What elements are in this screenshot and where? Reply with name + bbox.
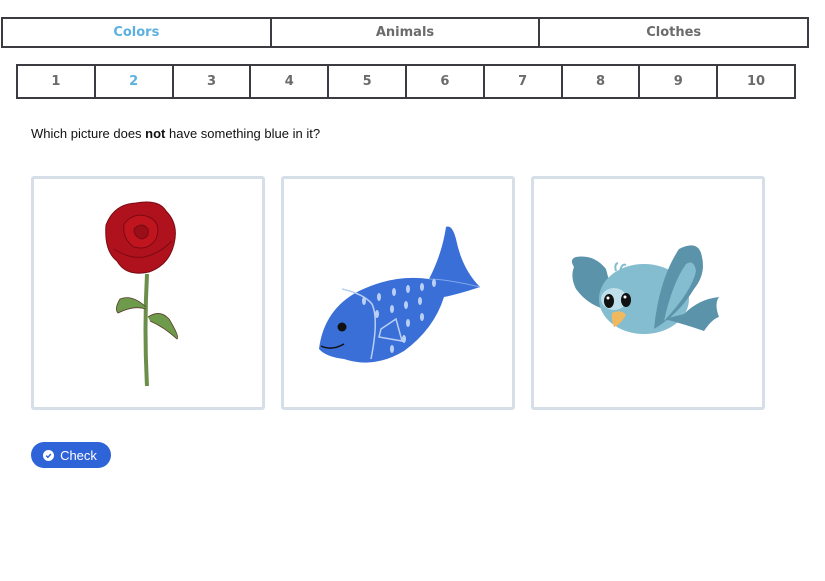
question-number-1[interactable]: 1 xyxy=(18,66,94,97)
choice-card-fish[interactable] xyxy=(281,176,515,410)
fish-image xyxy=(319,226,481,363)
category-tabs: Colors Animals Clothes xyxy=(1,17,809,48)
question-number-5[interactable]: 5 xyxy=(327,66,405,97)
question-number-2[interactable]: 2 xyxy=(93,66,172,97)
question-number-6[interactable]: 6 xyxy=(404,66,483,97)
bird-image xyxy=(571,245,719,334)
question-prefix: Which picture does xyxy=(31,126,146,141)
question-number-nav: 1 2 3 4 5 6 7 8 9 10 xyxy=(16,64,796,99)
question-text: Which picture does not have something bl… xyxy=(31,126,320,141)
check-button-label: Check xyxy=(60,447,97,463)
check-button[interactable]: Check xyxy=(31,442,111,468)
tab-colors[interactable]: Colors xyxy=(3,19,270,46)
question-number-4[interactable]: 4 xyxy=(249,66,327,97)
question-number-7[interactable]: 7 xyxy=(482,66,561,97)
check-circle-icon xyxy=(43,449,55,461)
choice-card-bird[interactable] xyxy=(531,176,765,410)
question-suffix: have something blue in it? xyxy=(165,126,321,141)
tab-clothes[interactable]: Clothes xyxy=(538,19,807,46)
rose-image xyxy=(105,201,179,387)
question-number-3[interactable]: 3 xyxy=(171,66,250,97)
question-number-9[interactable]: 9 xyxy=(638,66,716,97)
question-number-10[interactable]: 10 xyxy=(716,66,794,97)
choice-card-rose[interactable] xyxy=(31,176,265,410)
question-emphasis: not xyxy=(145,126,166,141)
question-number-8[interactable]: 8 xyxy=(560,66,639,97)
tab-animals[interactable]: Animals xyxy=(269,19,539,46)
